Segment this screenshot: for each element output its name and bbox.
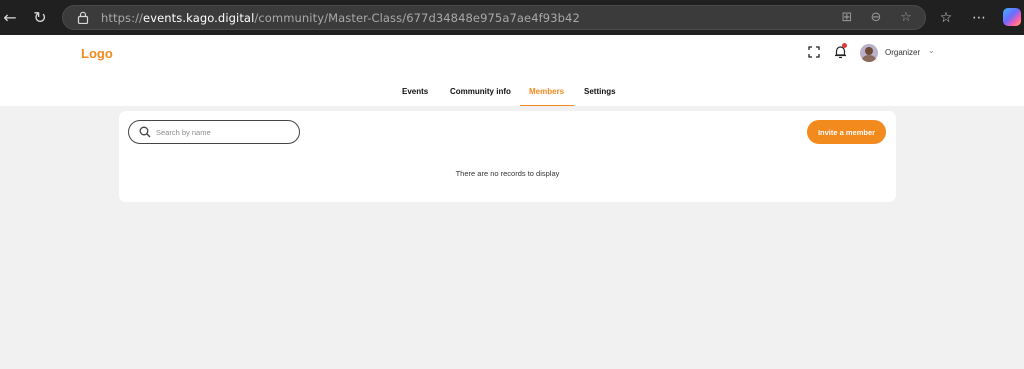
chevron-down-icon[interactable]: ⌄ <box>928 46 935 55</box>
notification-badge <box>842 43 847 48</box>
site-info-icon[interactable] <box>77 11 89 24</box>
invite-member-button[interactable]: Invite a member <box>807 120 886 144</box>
avatar[interactable] <box>860 44 878 62</box>
reload-icon[interactable]: ↻ <box>30 8 50 28</box>
search-box[interactable] <box>128 120 300 144</box>
tab-community-info[interactable]: Community info <box>450 87 511 96</box>
url-host: events.kago.digital <box>143 11 255 25</box>
logo[interactable]: Logo <box>81 46 113 61</box>
browser-toolbar: ← ↻ https://events.kago.digital/communit… <box>0 0 1024 35</box>
url-text[interactable]: https://events.kago.digital/community/Ma… <box>101 11 580 25</box>
empty-state-message: There are no records to display <box>455 169 560 178</box>
search-input[interactable] <box>156 124 291 140</box>
members-panel: Invite a member There are no records to … <box>119 111 896 202</box>
favorites-icon[interactable]: ☆ <box>937 9 955 27</box>
tab-members[interactable]: Members <box>529 87 564 96</box>
copilot-icon[interactable] <box>1003 8 1021 26</box>
url-path: /community/Master-Class/677d34848e975a7a… <box>254 11 580 25</box>
search-icon <box>139 126 151 138</box>
address-bar[interactable]: https://events.kago.digital/community/Ma… <box>62 5 926 30</box>
url-scheme: https:// <box>101 11 144 25</box>
community-tabs: Events Community info Members Settings <box>0 87 1024 106</box>
user-name[interactable]: Organizer <box>885 48 920 57</box>
app-available-icon[interactable]: ⊞ <box>839 10 855 26</box>
tab-settings[interactable]: Settings <box>584 87 616 96</box>
favorite-star-icon[interactable]: ☆ <box>898 10 914 26</box>
app-header: Logo Organizer ⌄ Events Community info M… <box>0 35 1024 106</box>
fullscreen-icon[interactable] <box>808 46 820 58</box>
active-tab-indicator <box>520 105 574 106</box>
more-options-icon[interactable]: ⋯ <box>970 9 988 27</box>
back-arrow-icon[interactable]: ← <box>0 8 20 28</box>
tab-events[interactable]: Events <box>402 87 428 96</box>
zoom-icon[interactable]: ⊖ <box>868 10 884 26</box>
